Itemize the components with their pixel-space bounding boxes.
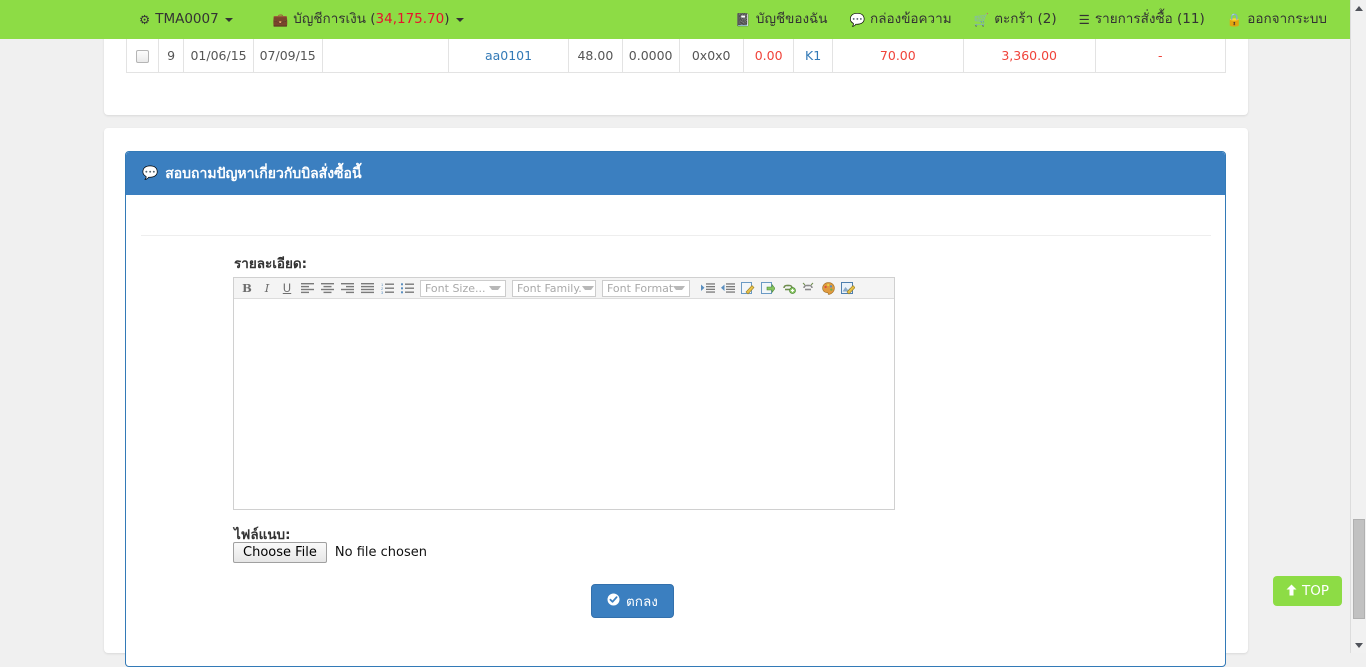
file-upload-row: Choose File No file chosen — [233, 542, 427, 563]
font-family-select[interactable]: Font Family. — [512, 280, 596, 297]
question-panel-outer: 💬 สอบถามปัญหาเกี่ยวกับบิลสั่งซื้อนี้ ราย… — [104, 128, 1248, 653]
font-size-select-label: Font Size... — [425, 282, 486, 295]
cell-blank — [322, 39, 448, 72]
top-navbar: ⚙ TMA0007 💼 บัญชีการเงิน (34,175.70) 📓 บ… — [0, 0, 1350, 39]
nav-item-orders[interactable]: ☰ รายการสั่งซื้อ (11) — [1068, 0, 1216, 39]
nav-item-cart[interactable]: 🛒 ตะกร้า (2) — [963, 0, 1068, 39]
comment-icon: 💬 — [849, 0, 865, 39]
unlink-icon[interactable] — [798, 279, 818, 298]
page-scrollbar[interactable] — [1350, 0, 1366, 653]
chevron-down-icon — [456, 18, 464, 22]
align-left-icon[interactable] — [297, 279, 317, 298]
nav-item-inbox-label: กล่องข้อความ — [870, 0, 952, 39]
back-to-top-label: TOP — [1302, 583, 1329, 599]
cell-quantity: 48.00 — [569, 39, 623, 72]
navbar-right-group: 📓 บัญชีของฉัน 💬 กล่องข้อความ 🛒 ตะกร้า (2… — [724, 0, 1338, 39]
question-panel: 💬 สอบถามปัญหาเกี่ยวกับบิลสั่งซื้อนี้ ราย… — [125, 151, 1226, 667]
choose-file-button[interactable]: Choose File — [233, 542, 327, 563]
nav-item-my-account-label: บัญชีของฉัน — [756, 0, 828, 39]
cell-unit-price: 70.00 — [832, 39, 963, 72]
row-checkbox[interactable] — [136, 50, 149, 63]
indent-icon[interactable] — [718, 279, 738, 298]
cell-no: 9 — [158, 39, 184, 72]
navbar-left-group: ⚙ TMA0007 💼 บัญชีการเงิน (34,175.70) — [128, 0, 475, 39]
align-justify-icon[interactable] — [357, 279, 377, 298]
page-title: สอบถามปัญหาเกี่ยวกับบิลสั่งซื้อนี้ — [165, 163, 361, 185]
detail-label: รายละเอียด: — [234, 252, 307, 274]
font-format-select-label: Font Format — [607, 282, 673, 295]
table-row[interactable]: 9 01/06/15 07/09/15 aa0101 48.00 0.0000 … — [127, 39, 1226, 72]
svg-text:3: 3 — [381, 290, 384, 294]
insert-template-icon[interactable] — [758, 279, 778, 298]
lock-icon: 🔒 — [1227, 0, 1243, 39]
chevron-down-icon — [489, 286, 501, 290]
nav-item-account-code[interactable]: ⚙ TMA0007 — [128, 0, 244, 39]
order-items-table: 9 01/06/15 07/09/15 aa0101 48.00 0.0000 … — [126, 39, 1226, 73]
rich-text-editor[interactable]: B I U — [233, 277, 895, 510]
comment-icon: 💬 — [142, 166, 158, 181]
nav-item-finance-suffix: ) — [444, 0, 449, 39]
nav-item-orders-label: รายการสั่งซื้อ (11) — [1095, 0, 1205, 39]
edit-source-icon[interactable] — [738, 279, 758, 298]
nav-item-cart-label: ตะกร้า (2) — [994, 0, 1056, 39]
cell-discount: 0.00 — [743, 39, 794, 72]
chevron-down-icon — [582, 286, 594, 290]
submit-button-label: ตกลง — [626, 590, 658, 612]
file-status-text: No file chosen — [335, 545, 427, 560]
briefcase-icon: 💼 — [273, 0, 289, 39]
unordered-list-icon[interactable] — [397, 279, 417, 298]
finance-balance-amount: 34,175.70 — [376, 0, 445, 39]
cell-product-code[interactable]: aa0101 — [449, 39, 569, 72]
font-size-select[interactable]: Font Size... — [420, 280, 506, 297]
nav-item-finance-account[interactable]: 💼 บัญชีการเงิน (34,175.70) — [262, 0, 475, 39]
cell-note: - — [1095, 39, 1225, 72]
book-icon: 📓 — [735, 0, 751, 39]
font-format-select[interactable]: Font Format — [602, 280, 690, 297]
row-select-cell[interactable] — [127, 39, 159, 72]
cell-dimensions: 0x0x0 — [679, 39, 743, 72]
nav-item-logout-label: ออกจากระบบ — [1247, 0, 1327, 39]
nav-item-account-code-label: TMA0007 — [155, 0, 219, 39]
nav-item-inbox[interactable]: 💬 กล่องข้อความ — [838, 0, 962, 39]
back-to-top-button[interactable]: TOP — [1273, 576, 1342, 606]
text-color-icon[interactable] — [818, 279, 838, 298]
question-panel-body: รายละเอียด: B I U — [126, 195, 1225, 666]
outdent-icon[interactable] — [698, 279, 718, 298]
triangle-up-icon — [1355, 6, 1363, 11]
scroll-down-arrow[interactable] — [1351, 637, 1366, 653]
cell-total: 3,360.00 — [963, 39, 1095, 72]
question-panel-header: 💬 สอบถามปัญหาเกี่ยวกับบิลสั่งซื้อนี้ — [126, 152, 1225, 195]
nav-item-logout[interactable]: 🔒 ออกจากระบบ — [1216, 0, 1338, 39]
scroll-up-arrow[interactable] — [1351, 0, 1366, 16]
divider — [141, 235, 1211, 236]
editor-toolbar: B I U — [234, 278, 894, 299]
align-right-icon[interactable] — [337, 279, 357, 298]
align-center-icon[interactable] — [317, 279, 337, 298]
cell-rate: 0.0000 — [622, 39, 679, 72]
scroll-thumb[interactable] — [1353, 519, 1365, 619]
italic-icon[interactable]: I — [257, 279, 277, 298]
gear-icon: ⚙ — [139, 0, 150, 39]
nav-item-finance-prefix: บัญชีการเงิน ( — [293, 0, 375, 39]
editor-content-area[interactable] — [234, 299, 894, 509]
insert-link-icon[interactable] — [778, 279, 798, 298]
ordered-list-icon[interactable]: 123 — [377, 279, 397, 298]
cell-date-end: 07/09/15 — [253, 39, 322, 72]
underline-icon[interactable]: U — [277, 279, 297, 298]
nav-item-my-account[interactable]: 📓 บัญชีของฉัน — [724, 0, 838, 39]
font-family-select-label: Font Family. — [517, 282, 582, 295]
check-circle-icon — [607, 593, 620, 610]
bold-icon[interactable]: B — [237, 279, 257, 298]
insert-image-icon[interactable] — [838, 279, 858, 298]
chevron-down-icon — [673, 286, 685, 290]
cart-icon: 🛒 — [974, 0, 990, 39]
cell-date-start: 01/06/15 — [184, 39, 253, 72]
chevron-down-icon — [225, 18, 233, 22]
submit-button[interactable]: ตกลง — [591, 584, 674, 618]
list-icon: ☰ — [1079, 0, 1090, 39]
triangle-down-icon — [1355, 643, 1363, 648]
arrow-up-icon — [1286, 584, 1297, 599]
cell-type: K1 — [794, 39, 833, 72]
